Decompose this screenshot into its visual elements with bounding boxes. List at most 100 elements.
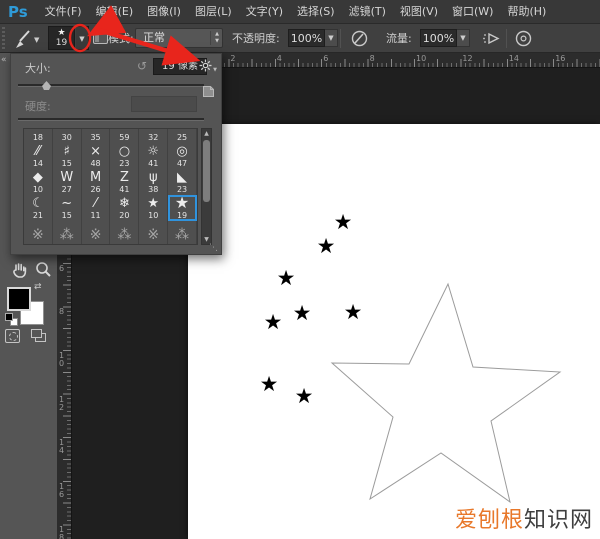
menu-item[interactable]: 帮助(H) <box>500 0 553 24</box>
menu-item[interactable]: 选择(S) <box>290 0 342 24</box>
brush-preset-cell[interactable]: ※ <box>24 221 53 244</box>
ruler-label: 10 <box>59 352 64 368</box>
brush-preset-cell[interactable]: 25 <box>168 129 197 143</box>
brush-preset-cell[interactable]: ○23 <box>110 143 139 169</box>
brush-tool-dropdown-arrow[interactable]: ▼ <box>34 36 39 44</box>
menu-item[interactable]: 图像(I) <box>140 0 188 24</box>
brush-preset-cell[interactable]: M26 <box>82 169 111 195</box>
brush-size-number: 14 <box>24 159 52 169</box>
brush-preset-cell[interactable]: ★10 <box>139 195 168 221</box>
brush-size-number: 23 <box>168 185 196 195</box>
brush-preset-cell[interactable]: ◆10 <box>24 169 53 195</box>
size-slider-thumb[interactable] <box>42 81 51 90</box>
screen-mode-button[interactable] <box>31 329 47 343</box>
ruler-label: 12 <box>462 54 472 63</box>
collapse-toolbar-icon[interactable]: « <box>1 55 7 65</box>
brush-preset-cell[interactable]: ◎47 <box>168 143 197 169</box>
panel-menu-button[interactable]: ▼ <box>199 59 217 73</box>
brush-preset-cell[interactable]: ⁂ <box>110 221 139 244</box>
scrollbar-thumb[interactable] <box>203 140 210 202</box>
opacity-value[interactable]: 100% <box>288 29 325 47</box>
brush-preset-cell[interactable]: 35 <box>82 129 111 143</box>
scroll-down-icon[interactable]: ▼ <box>202 236 211 243</box>
menu-item[interactable]: 窗口(W) <box>445 0 500 24</box>
brush-preset-cell[interactable]: 18 <box>24 129 53 143</box>
opacity-pressure-icon[interactable] <box>350 29 369 48</box>
foreground-color-swatch[interactable] <box>7 287 31 311</box>
menu-item[interactable]: 视图(V) <box>393 0 445 24</box>
zoom-tool-icon[interactable] <box>34 260 53 279</box>
brush-preset-cell[interactable]: ⁂ <box>53 221 82 244</box>
brush-size-number: 41 <box>139 159 167 169</box>
brush-preset-cell[interactable]: ❄20 <box>110 195 139 221</box>
default-colors-icon[interactable] <box>5 313 18 326</box>
brush-tool-icon[interactable] <box>10 28 32 50</box>
brush-tip-icon: × <box>82 143 110 159</box>
brush-preset-cell[interactable]: ⁄⁄14 <box>24 143 53 169</box>
brush-size-number: 41 <box>110 185 138 195</box>
brush-preset-cell[interactable]: ~15 <box>53 195 82 221</box>
ruler-label: 8 <box>370 54 375 63</box>
brush-preset-cell[interactable]: ψ38 <box>139 169 168 195</box>
brush-preset-cell[interactable]: ☾21 <box>24 195 53 221</box>
canvas-document[interactable]: ★★★★★★★★ 爱刨根知识网 <box>188 124 600 539</box>
brush-preset-cell[interactable]: 59 <box>110 129 139 143</box>
ruler-label: 14 <box>59 439 64 455</box>
size-pressure-icon[interactable] <box>514 29 533 48</box>
brush-preset-cell[interactable]: 30 <box>53 129 82 143</box>
brush-preset-cell[interactable]: ×48 <box>82 143 111 169</box>
brush-size-number: 48 <box>82 159 110 169</box>
opacity-dropdown-arrow[interactable]: ▼ <box>325 29 338 47</box>
ruler-label: 6 <box>59 265 64 273</box>
quick-mask-button[interactable] <box>5 329 20 343</box>
photoshop-logo: Ps <box>8 3 28 21</box>
panel-resize-grip[interactable]: ⋱ <box>209 243 218 253</box>
brush-size-number: 25 <box>168 133 196 143</box>
brush-size-number: 26 <box>82 185 110 195</box>
brush-preset-thumbnail[interactable]: ★ 19 <box>48 26 75 50</box>
brush-preset-cell[interactable]: W27 <box>53 169 82 195</box>
brush-preset-cell[interactable]: ※ <box>139 221 168 244</box>
mode-select[interactable]: 正常 ▲▼ <box>135 28 223 48</box>
scroll-up-icon[interactable]: ▲ <box>202 130 211 137</box>
brush-preset-cell-selected[interactable]: ★19 <box>168 195 197 221</box>
brush-preset-cell[interactable]: ♯15 <box>53 143 82 169</box>
ruler-label: 12 <box>59 396 64 412</box>
toggle-brush-panel-icon[interactable] <box>93 31 108 44</box>
brush-preset-cell[interactable]: ◣23 <box>168 169 197 195</box>
brush-size-number: 19 <box>168 211 196 221</box>
ruler-label: 4 <box>277 54 282 63</box>
create-new-brush-icon[interactable] <box>202 85 215 98</box>
airbrush-icon[interactable] <box>481 29 501 48</box>
brush-preset-picker-button[interactable]: ▼ <box>76 26 89 50</box>
brush-tip-icon: ☾ <box>24 195 52 211</box>
reset-brush-icon[interactable]: ↺ <box>137 59 147 73</box>
painted-star: ★ <box>277 268 296 289</box>
hand-tool-icon[interactable] <box>9 260 29 279</box>
brush-preset-cell[interactable]: ⁂ <box>168 221 197 244</box>
menu-item[interactable]: 编辑(E) <box>89 0 141 24</box>
brush-tip-icon: ※ <box>24 221 52 244</box>
hardness-label: 硬度: <box>25 98 51 114</box>
brush-size-number: 23 <box>110 159 138 169</box>
menu-item[interactable]: 文件(F) <box>38 0 89 24</box>
size-slider[interactable] <box>18 84 204 87</box>
menu-bar: Ps 文件(F)编辑(E)图像(I)图层(L)文字(Y)选择(S)滤镜(T)视图… <box>0 0 600 24</box>
flow-value[interactable]: 100% <box>420 29 457 47</box>
brush-preset-cell[interactable]: ⁄11 <box>82 195 111 221</box>
brush-preset-cell[interactable]: ※ <box>82 221 111 244</box>
flow-dropdown-arrow[interactable]: ▼ <box>457 29 470 47</box>
painted-star: ★ <box>260 374 279 395</box>
menu-item[interactable]: 文字(Y) <box>239 0 290 24</box>
painted-star: ★ <box>264 312 283 333</box>
brush-preset-cell[interactable]: ☼41 <box>139 143 168 169</box>
swap-colors-icon[interactable]: ⇄ <box>34 282 42 292</box>
brush-preset-cell[interactable]: 32 <box>139 129 168 143</box>
options-bar: ▼ ★ 19 ▼ 模式: 正常 ▲▼ 不透明度: 100% ▼ 流量: 100%… <box>0 24 600 53</box>
brush-tip-icon: ~ <box>53 195 81 211</box>
brush-preset-cell[interactable]: Z41 <box>110 169 139 195</box>
menu-item[interactable]: 滤镜(T) <box>342 0 393 24</box>
brush-size-number: 27 <box>53 185 81 195</box>
menu-item[interactable]: 图层(L) <box>188 0 239 24</box>
brush-grid-scrollbar[interactable]: ▲ ▼ <box>201 128 212 245</box>
